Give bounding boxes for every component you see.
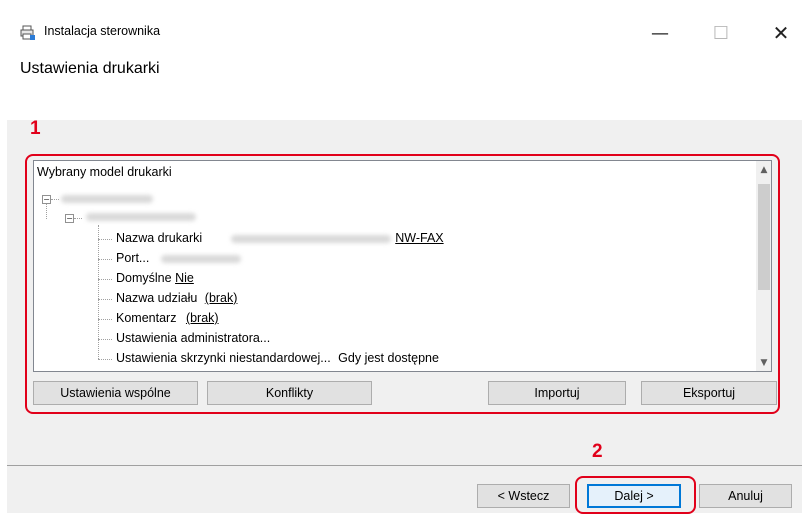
callout-number-1: 1 [30, 118, 41, 139]
scroll-thumb[interactable] [758, 184, 770, 290]
import-button[interactable]: Importuj [488, 381, 626, 405]
tree-connector [98, 259, 112, 260]
tree-connector [51, 199, 59, 200]
conflicts-button[interactable]: Konflikty [207, 381, 372, 405]
tree-item-label: Ustawienia skrzynki niestandardowej... [116, 351, 331, 365]
tree-item-value: NW-FAX [212, 231, 444, 245]
next-button[interactable]: Dalej > [587, 484, 681, 508]
tree-connector [98, 319, 112, 320]
tree-connector [98, 359, 112, 360]
tree-item-label: Nazwa udziału [116, 291, 198, 305]
tree-item-label: Nazwa drukarki [116, 231, 203, 245]
scroll-down-arrow-icon[interactable]: ▼ [756, 354, 771, 371]
tree-item-port[interactable]: Port... [116, 251, 241, 265]
tree-item-value-text: NW-FAX [395, 231, 444, 245]
tree-item-printer-name[interactable]: Nazwa drukarki NW-FAX [116, 231, 444, 245]
tree-connector [98, 339, 112, 340]
vertical-scrollbar[interactable]: ▲ ▼ [756, 161, 771, 371]
printer-settings-tree[interactable]: Wybrany model drukarki − − Nazwa drukark… [33, 160, 772, 372]
scroll-up-arrow-icon[interactable]: ▲ [756, 161, 771, 178]
tree-content: Wybrany model drukarki − − Nazwa drukark… [34, 161, 756, 371]
tree-connector [98, 239, 112, 240]
common-settings-button[interactable]: Ustawienia wspólne [33, 381, 198, 405]
printer-icon [20, 25, 36, 41]
tree-connector [74, 218, 82, 219]
tree-item-label: Domyślne [116, 271, 172, 285]
tree-connector [46, 204, 47, 219]
tree-item-label: Port... [116, 251, 150, 265]
maximize-button[interactable]: ☐ [698, 14, 744, 52]
cancel-button[interactable]: Anuluj [699, 484, 792, 508]
close-button[interactable]: ✕ [758, 14, 802, 52]
tree-connector [98, 279, 112, 280]
blurred-node-name [86, 213, 196, 221]
tree-item-value: Gdy jest dostępne [338, 351, 439, 365]
callout-number-2: 2 [592, 441, 603, 462]
tree-item-admin-settings[interactable]: Ustawienia administratora... [116, 331, 270, 345]
tree-item-default[interactable]: Domyślne Nie [116, 271, 194, 285]
tree-item-comment[interactable]: Komentarz (brak) [116, 311, 219, 325]
tree-item-value: (brak) [185, 311, 219, 325]
tree-item-custom-box-settings[interactable]: Ustawienia skrzynki niestandardowej... G… [116, 351, 439, 365]
tree-item-share-name[interactable]: Nazwa udziału (brak) [116, 291, 237, 305]
tree-root-label: Wybrany model drukarki [37, 165, 172, 179]
blurred-value [231, 234, 392, 243]
collapse-icon[interactable]: − [65, 214, 74, 223]
back-button[interactable]: < Wstecz [477, 484, 570, 508]
blurred-value [160, 254, 241, 263]
tree-item-value: (brak) [204, 291, 238, 305]
window-title: Instalacja sterownika [44, 24, 161, 38]
page-title: Ustawienia drukarki [20, 60, 160, 77]
tree-item-value: Nie [175, 271, 194, 285]
tree-item-label: Komentarz [116, 311, 177, 325]
tree-item-label: Ustawienia administratora... [116, 331, 271, 345]
export-button[interactable]: Eksportuj [641, 381, 777, 405]
collapse-icon[interactable]: − [42, 195, 51, 204]
minimize-button[interactable]: — [637, 14, 683, 52]
tree-connector [98, 299, 112, 300]
blurred-node-name [61, 195, 153, 203]
